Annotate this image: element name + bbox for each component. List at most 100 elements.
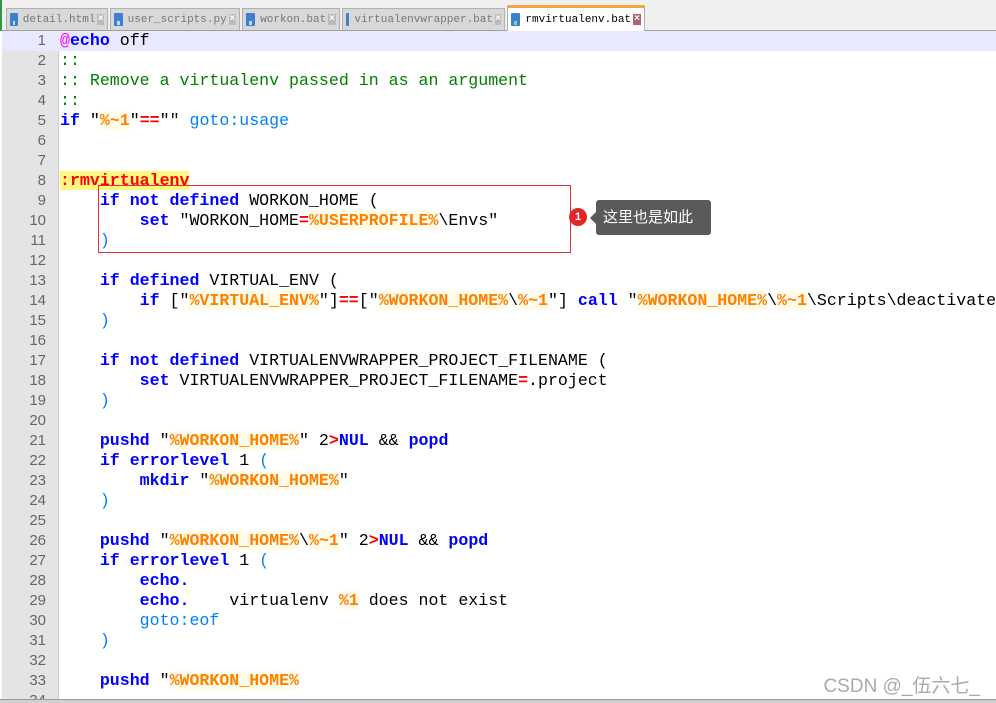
line-number: 15 xyxy=(29,312,46,329)
save-icon xyxy=(10,13,18,26)
line-number: 28 xyxy=(29,572,46,589)
code-token: if xyxy=(60,111,80,130)
code-token: \ xyxy=(299,531,309,550)
code-line: 4:: xyxy=(2,91,996,111)
code-line: 32 xyxy=(2,651,996,671)
code-line: 19 ) xyxy=(2,391,996,411)
line-number: 4 xyxy=(37,92,46,109)
code-line: 23 mkdir "%WORKON_HOME%" xyxy=(2,471,996,491)
code-token: "" xyxy=(159,111,190,130)
line-number: 33 xyxy=(29,672,46,689)
code-text: :: xyxy=(60,91,80,111)
code-text: set VIRTUALENVWRAPPER_PROJECT_FILENAME=.… xyxy=(60,371,608,391)
code-token: " xyxy=(149,671,170,690)
code-token: call xyxy=(577,291,618,310)
code-line: 6 xyxy=(2,131,996,151)
code-token: > xyxy=(328,431,339,450)
code-token: \ xyxy=(508,291,519,310)
code-token: [" xyxy=(358,291,379,310)
close-icon[interactable]: × xyxy=(494,14,501,25)
code-line: 22 if errorlevel 1 ( xyxy=(2,451,996,471)
code-token: popd xyxy=(448,531,489,550)
code-token: [" xyxy=(159,291,190,310)
line-number: 10 xyxy=(29,212,46,229)
code-text: if errorlevel 1 ( xyxy=(60,551,269,571)
code-text: if defined VIRTUAL_ENV ( xyxy=(60,271,339,291)
code-line: 30 goto:eof xyxy=(2,611,996,631)
code-token: VIRTUALENVWRAPPER_PROJECT_FILENAME ( xyxy=(239,351,608,370)
code-text: ) xyxy=(60,391,110,411)
line-number: 20 xyxy=(29,412,46,429)
close-icon[interactable]: × xyxy=(328,14,336,25)
code-token: " xyxy=(617,291,638,310)
line-number: 27 xyxy=(29,552,46,569)
code-token: if not defined xyxy=(99,351,240,370)
code-token: if defined xyxy=(99,271,200,290)
code-token: %WORKON_HOME% xyxy=(637,291,768,310)
code-line: 18 set VIRTUALENVWRAPPER_PROJECT_FILENAM… xyxy=(2,371,996,391)
code-text: pushd "%WORKON_HOME%\%~1" 2>NUL && popd xyxy=(60,531,488,551)
code-token: \ xyxy=(767,291,778,310)
line-number: 6 xyxy=(37,132,46,149)
tab-detail-html[interactable]: detail.html × xyxy=(6,8,108,30)
save-icon xyxy=(511,13,521,26)
line-number: 18 xyxy=(29,372,46,389)
code-token: " xyxy=(149,431,170,450)
line-number: 22 xyxy=(29,452,46,469)
code-token: " xyxy=(79,111,100,130)
code-token: ) xyxy=(99,491,110,510)
line-number: 8 xyxy=(37,172,46,189)
code-line: 20 xyxy=(2,411,996,431)
tab-label: virtualenvwrapper.bat xyxy=(354,13,493,26)
code-line: 3:: Remove a virtualenv passed in as an … xyxy=(2,71,996,91)
code-text: :: xyxy=(60,51,80,71)
code-token: == xyxy=(139,111,160,130)
code-line: 16 xyxy=(2,331,996,351)
horizontal-scrollbar[interactable] xyxy=(0,699,996,703)
close-icon[interactable]: × xyxy=(97,14,104,25)
line-number: 30 xyxy=(29,612,46,629)
tab-label: workon.bat xyxy=(260,13,327,26)
code-editor[interactable]: 1 @echo off 2:: 3:: Remove a virtualenv pas… xyxy=(2,31,996,699)
code-token: :: Remove a virtualenv passed in as an a… xyxy=(60,71,529,90)
code-token: " 2 xyxy=(338,531,369,550)
code-token: ( xyxy=(259,551,270,570)
code-token: if xyxy=(139,291,160,310)
code-text: echo. virtualenv %1 does not exist xyxy=(60,591,508,611)
close-icon[interactable]: × xyxy=(228,14,236,25)
code-token: off xyxy=(109,31,150,50)
tab-workon-bat[interactable]: workon.bat × xyxy=(242,8,340,30)
code-token: VIRTUALENVWRAPPER_PROJECT_FILENAME xyxy=(169,371,519,390)
tab-rmvirtualenv-bat[interactable]: rmvirtualenv.bat × xyxy=(507,5,645,31)
code-line: 21 pushd "%WORKON_HOME%" 2>NUL && popd xyxy=(2,431,996,451)
save-icon xyxy=(346,13,350,26)
code-line: 29 echo. virtualenv %1 does not exist xyxy=(2,591,996,611)
line-number: 24 xyxy=(29,492,46,509)
tab-virtualenvwrapper-bat[interactable]: virtualenvwrapper.bat × xyxy=(342,8,505,30)
code-line: 1 @echo off xyxy=(2,31,996,51)
code-token: %~1 xyxy=(308,531,339,550)
code-token: " xyxy=(129,111,140,130)
line-number: 3 xyxy=(37,72,46,89)
line-number: 26 xyxy=(29,532,46,549)
line-number: 21 xyxy=(29,432,46,449)
code-line: 24 ) xyxy=(2,491,996,511)
line-number: 1 xyxy=(37,32,46,49)
close-icon[interactable]: × xyxy=(633,14,641,25)
code-token: \Scripts\deactivate xyxy=(806,291,996,310)
line-number: 9 xyxy=(37,192,46,209)
tab-user-scripts-py[interactable]: user_scripts.py × xyxy=(110,8,240,30)
annotation-tooltip: 这里也是如此 xyxy=(590,200,711,235)
line-number: 12 xyxy=(29,252,46,269)
code-token: VIRTUAL_ENV ( xyxy=(199,271,339,290)
code-token: :: xyxy=(60,51,80,70)
save-icon xyxy=(114,13,123,26)
